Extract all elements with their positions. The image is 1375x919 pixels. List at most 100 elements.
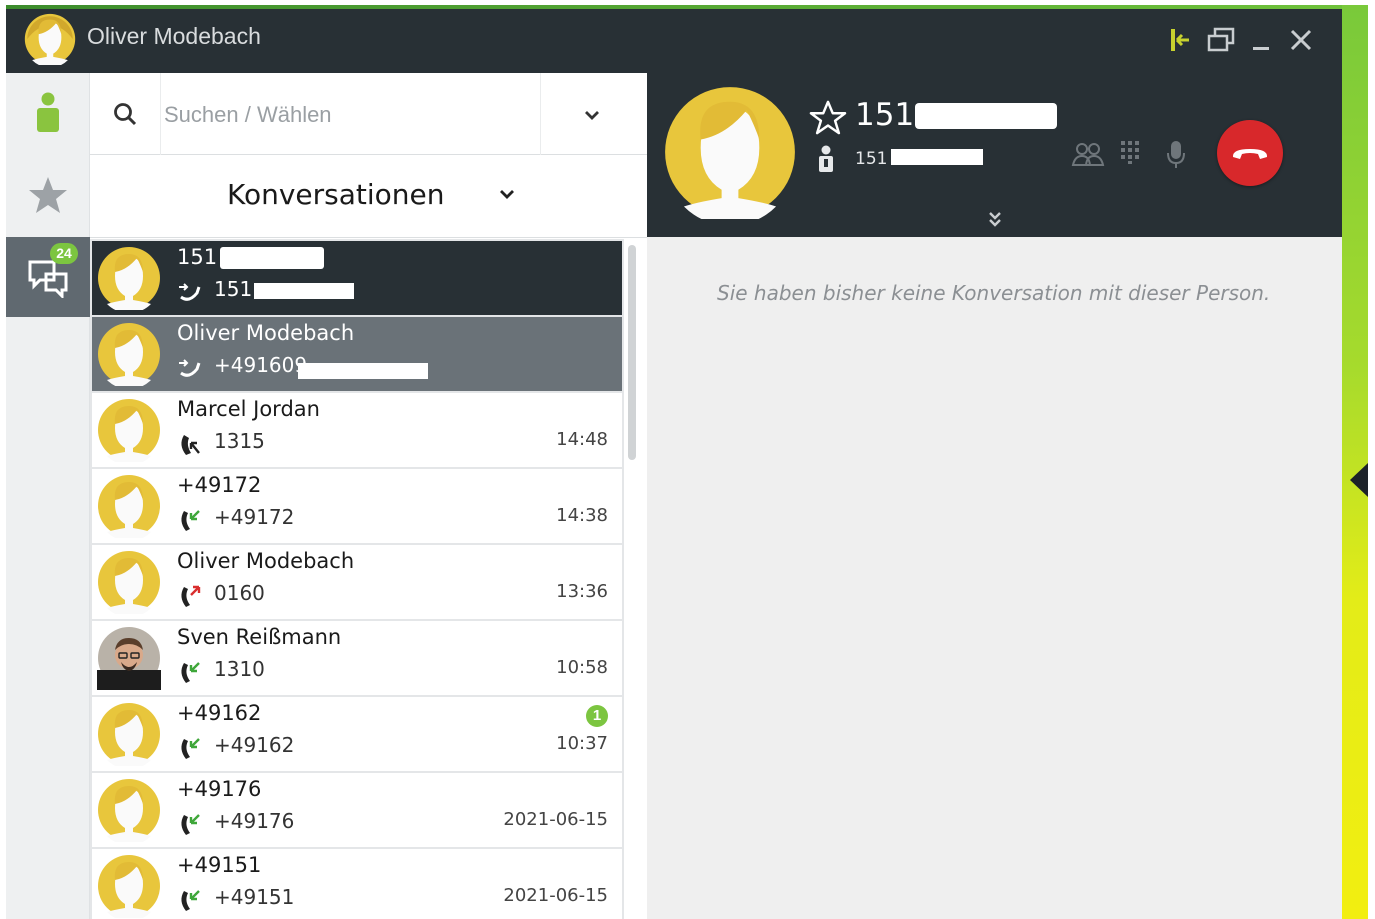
side-panel-strip: [1342, 5, 1368, 919]
title-bar: Oliver Modebach: [6, 9, 1342, 73]
dialpad-icon[interactable]: [1119, 139, 1141, 165]
conversation-item[interactable]: +49172 +49172 14:38: [92, 469, 622, 543]
user-avatar[interactable]: [24, 13, 76, 65]
detach-window-button[interactable]: [1206, 23, 1236, 57]
conversation-item[interactable]: +49162 +49162 10:37 1: [92, 697, 622, 771]
conversation-number: 1310: [214, 657, 265, 681]
conversation-number: +49176: [214, 809, 295, 833]
contact-avatar: [98, 247, 160, 310]
outgoing-call-icon: [179, 359, 201, 377]
expand-chevrons-icon[interactable]: [987, 211, 1003, 229]
incoming-call-icon: [181, 510, 200, 531]
conversation-time: 13:36: [556, 581, 608, 602]
active-call-header: 151 151: [647, 73, 1342, 237]
conversation-time: 10:37: [556, 733, 608, 754]
callee-number: 151: [855, 149, 888, 169]
hangup-phone-icon: [1232, 149, 1268, 159]
nav-contacts[interactable]: [6, 73, 90, 153]
minimize-button[interactable]: [1246, 23, 1276, 57]
conversation-item[interactable]: Oliver Modebach 0160 13:36: [92, 545, 622, 619]
close-button[interactable]: [1286, 23, 1316, 57]
close-icon: [1290, 29, 1312, 51]
contact-photo: [97, 627, 161, 690]
window-title: Oliver Modebach: [87, 23, 261, 49]
incoming-call-icon: [181, 662, 200, 683]
search-divider: [540, 73, 541, 155]
conversation-detail: 151 151 Sie haben bisher keine Konversat…: [647, 73, 1342, 919]
search-options-dropdown[interactable]: [574, 99, 610, 131]
side-panel-toggle[interactable]: [1350, 463, 1368, 497]
search-input[interactable]: [164, 95, 524, 135]
callee-avatar: [665, 87, 795, 219]
contact-avatar: [98, 779, 160, 842]
unread-badge: 1: [586, 705, 608, 727]
conversation-name: 151: [177, 245, 218, 269]
hangup-button[interactable]: [1217, 120, 1283, 186]
conversations-badge: 24: [50, 243, 78, 264]
conference-icon[interactable]: [1071, 139, 1105, 169]
conversation-item[interactable]: Oliver Modebach +491609: [92, 317, 622, 391]
minimize-icon: [1253, 47, 1269, 50]
incoming-call-icon: [181, 814, 200, 835]
redaction-mark: [891, 149, 983, 165]
conversation-number: +49151: [214, 885, 295, 909]
conversation-time: 2021-06-15: [503, 809, 608, 830]
favorite-star-icon[interactable]: [809, 99, 847, 135]
person-icon: [37, 92, 59, 132]
missed-call-icon: [181, 585, 201, 607]
conversations-heading: Konversationen: [227, 178, 445, 211]
conversation-item[interactable]: +49176 +49176 2021-06-15: [92, 773, 622, 847]
redaction-mark: [220, 247, 324, 269]
conversation-item[interactable]: +49151 +49151 2021-06-15: [92, 849, 622, 919]
conversation-number: +491609: [214, 353, 308, 377]
conversation-number: +49162: [214, 733, 295, 757]
main-nav: 24: [6, 73, 90, 919]
conversation-name: +49151: [177, 853, 262, 877]
contact-avatar: [98, 475, 160, 538]
conversation-name: Oliver Modebach: [177, 321, 355, 345]
search-divider: [160, 73, 161, 155]
empty-conversation-message: Sie haben bisher keine Konversation mit …: [717, 281, 1271, 305]
list-scrollbar[interactable]: [628, 245, 636, 460]
microphone-icon[interactable]: [1165, 139, 1187, 169]
conversation-time: 10:58: [556, 657, 608, 678]
conversation-time: 14:48: [556, 429, 608, 450]
pin-window-button[interactable]: [1166, 23, 1196, 57]
search-bar: [90, 73, 647, 155]
conversation-time: 14:38: [556, 505, 608, 526]
conversation-number: 151: [214, 277, 253, 301]
conversation-name: +49172: [177, 473, 262, 497]
conversation-item[interactable]: 151 151: [92, 241, 622, 315]
contact-avatar: [98, 551, 160, 614]
conversation-name: +49162: [177, 701, 262, 725]
redaction-mark: [298, 363, 428, 379]
conversation-name: +49176: [177, 777, 262, 801]
softphone-window: Oliver Modebach 24 Suchen / Wählen Konve…: [0, 0, 1375, 919]
conversation-item[interactable]: Sven Reißmann 1310 10:58: [92, 621, 622, 695]
conversation-number: 1315: [214, 429, 265, 453]
conversation-name: Marcel Jordan: [177, 397, 320, 421]
contact-avatar: [98, 399, 160, 462]
conversation-number: +49172: [214, 505, 295, 529]
redaction-mark: [254, 283, 354, 299]
conversation-time: 2021-06-15: [503, 885, 608, 906]
conversation-item[interactable]: Marcel Jordan 1315 14:48: [92, 393, 622, 467]
callee-name: 151: [855, 97, 915, 133]
conversation-name: Sven Reißmann: [177, 625, 342, 649]
nav-conversations[interactable]: 24: [6, 237, 90, 317]
pin-left-icon: [1171, 29, 1189, 51]
nav-favorites[interactable]: [6, 155, 90, 235]
person-icon: [819, 145, 833, 172]
conversation-name: Oliver Modebach: [177, 549, 355, 573]
search-icon: [114, 103, 137, 126]
conversations-filter-dropdown[interactable]: Konversationen: [90, 156, 647, 238]
redaction-mark: [915, 103, 1057, 129]
chevron-down-icon: [500, 190, 514, 199]
chevron-down-icon: [585, 111, 599, 120]
contact-avatar: [98, 703, 160, 766]
outgoing-call-icon: [179, 283, 201, 301]
incoming-call-icon: [181, 890, 200, 911]
conversation-list[interactable]: 151 151 Oliver Modebach +491609 Marcel Jorda…: [90, 239, 624, 919]
incoming-call-icon: [181, 738, 200, 759]
contact-avatar: [98, 323, 160, 386]
